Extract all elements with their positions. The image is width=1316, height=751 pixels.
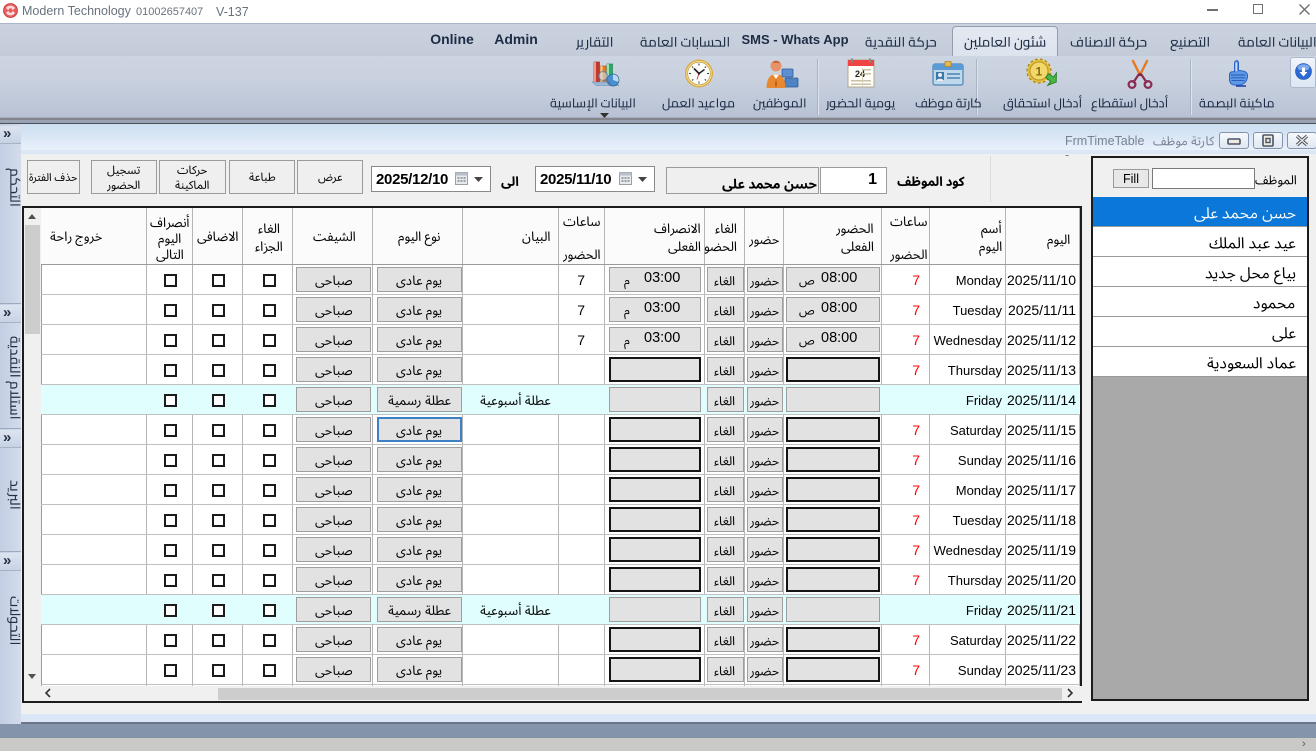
svg-text:1: 1	[1036, 65, 1043, 79]
